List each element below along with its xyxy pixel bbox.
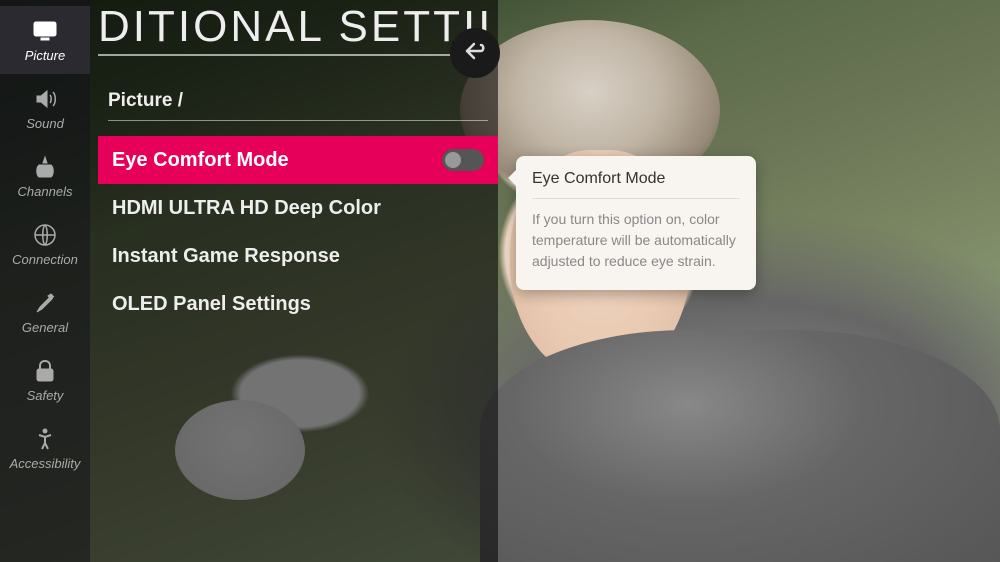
- help-tooltip: Eye Comfort Mode If you turn this option…: [516, 156, 756, 290]
- setting-label: HDMI ULTRA HD Deep Color: [112, 197, 381, 220]
- setting-label: Eye Comfort Mode: [112, 149, 289, 172]
- sidebar-item-label: Sound: [26, 116, 64, 131]
- tooltip-title: Eye Comfort Mode: [532, 170, 740, 188]
- setting-label: OLED Panel Settings: [112, 293, 311, 316]
- settings-header: DITIONAL SETTII: [98, 0, 500, 56]
- sidebar-item-label: Picture: [25, 48, 65, 63]
- sidebar-item-channels[interactable]: Channels: [0, 142, 90, 210]
- sidebar-item-label: General: [22, 320, 68, 335]
- settings-list: Eye Comfort Mode HDMI ULTRA HD Deep Colo…: [98, 136, 498, 328]
- setting-oled-panel[interactable]: OLED Panel Settings: [98, 280, 498, 328]
- breadcrumb: Picture /: [108, 90, 488, 121]
- tooltip-divider: [532, 198, 740, 199]
- back-button[interactable]: [450, 28, 500, 78]
- back-icon: [462, 40, 488, 67]
- toggle-switch[interactable]: [442, 149, 484, 171]
- sidebar-item-label: Safety: [27, 388, 64, 403]
- setting-instant-game-response[interactable]: Instant Game Response: [98, 232, 498, 280]
- settings-sidebar: Picture Sound Channels Connection Genera…: [0, 0, 90, 562]
- tooltip-body: If you turn this option on, color temper…: [532, 209, 740, 272]
- sidebar-item-label: Accessibility: [10, 456, 81, 471]
- connection-icon: [32, 222, 58, 248]
- wrench-icon: [32, 290, 58, 316]
- sidebar-item-label: Connection: [12, 252, 78, 267]
- sound-icon: [32, 86, 58, 112]
- lock-icon: [32, 358, 58, 384]
- setting-eye-comfort-mode[interactable]: Eye Comfort Mode: [98, 136, 498, 184]
- sidebar-item-accessibility[interactable]: Accessibility: [0, 414, 90, 482]
- sidebar-item-safety[interactable]: Safety: [0, 346, 90, 414]
- sidebar-item-connection[interactable]: Connection: [0, 210, 90, 278]
- sidebar-item-sound[interactable]: Sound: [0, 74, 90, 142]
- picture-icon: [32, 18, 58, 44]
- setting-hdmi-deep-color[interactable]: HDMI ULTRA HD Deep Color: [98, 184, 498, 232]
- sidebar-item-picture[interactable]: Picture: [0, 6, 90, 74]
- setting-label: Instant Game Response: [112, 245, 340, 268]
- channels-icon: [32, 154, 58, 180]
- sidebar-item-label: Channels: [18, 184, 73, 199]
- accessibility-icon: [32, 426, 58, 452]
- background-photo-body: [480, 330, 1000, 562]
- page-title: DITIONAL SETTII: [98, 0, 500, 56]
- sidebar-item-general[interactable]: General: [0, 278, 90, 346]
